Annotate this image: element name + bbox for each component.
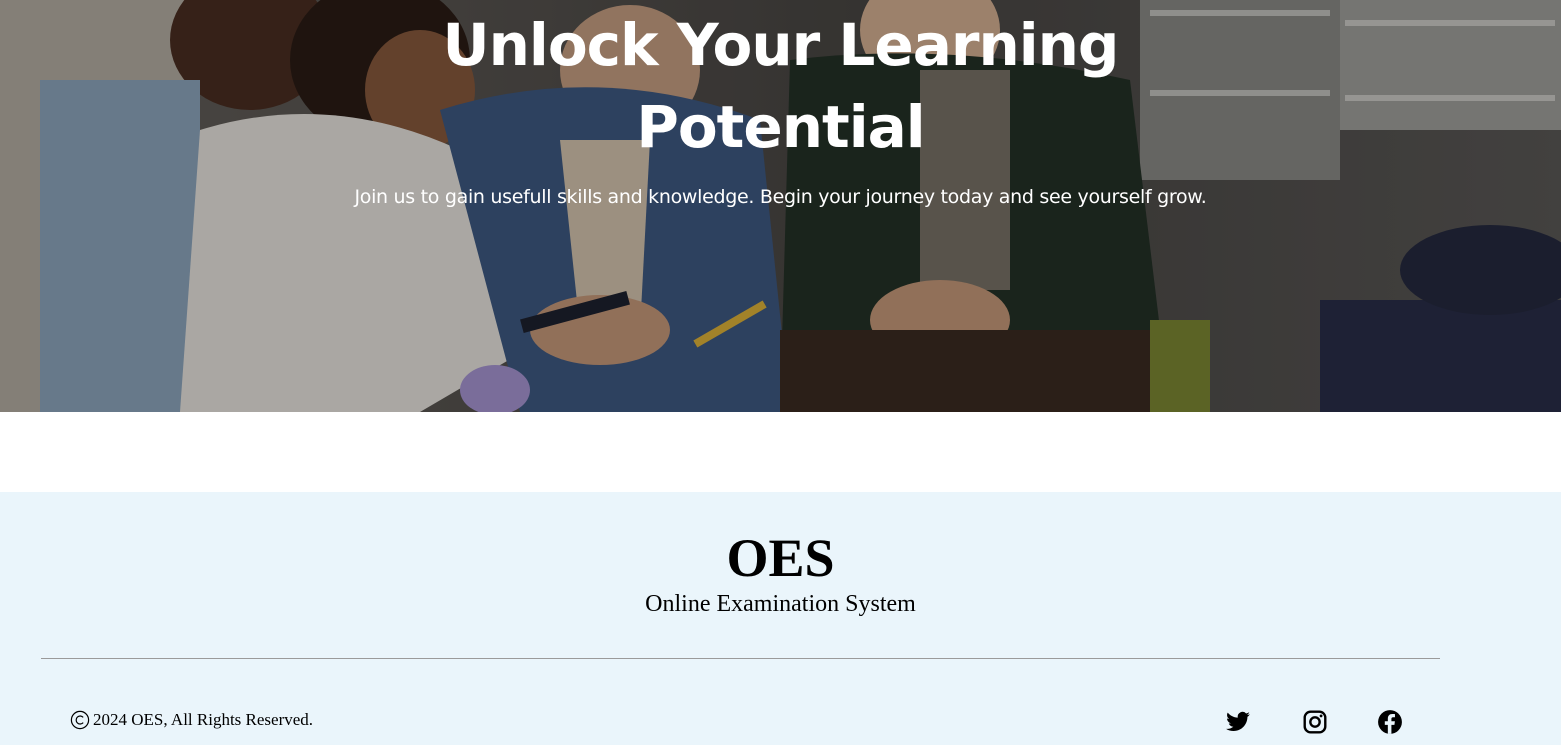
hero-subtitle: Join us to gain usefull skills and knowl… xyxy=(354,186,1207,208)
footer-brand: OES xyxy=(726,528,835,588)
facebook-icon xyxy=(1378,710,1402,734)
footer-divider xyxy=(41,658,1440,659)
twitter-link[interactable] xyxy=(1224,708,1252,736)
instagram-link[interactable] xyxy=(1301,708,1329,736)
facebook-link[interactable] xyxy=(1376,708,1404,736)
copyright: 2024 OES, All Rights Reserved. xyxy=(70,708,313,732)
copyright-text: 2024 OES, All Rights Reserved. xyxy=(93,710,314,729)
site-footer: OES Online Examination System 2024 OES, … xyxy=(0,492,1561,745)
hero-title-line-2: Potential xyxy=(636,93,925,161)
copyright-icon xyxy=(70,710,90,730)
hero-title-line-1: Unlock Your Learning xyxy=(442,11,1120,79)
hero-banner: Unlock Your Learning Potential Join us t… xyxy=(0,0,1561,412)
twitter-icon xyxy=(1226,711,1250,731)
footer-tagline: Online Examination System xyxy=(645,591,916,617)
hero-title: Unlock Your Learning Potential xyxy=(0,4,1561,168)
instagram-icon xyxy=(1303,710,1327,734)
